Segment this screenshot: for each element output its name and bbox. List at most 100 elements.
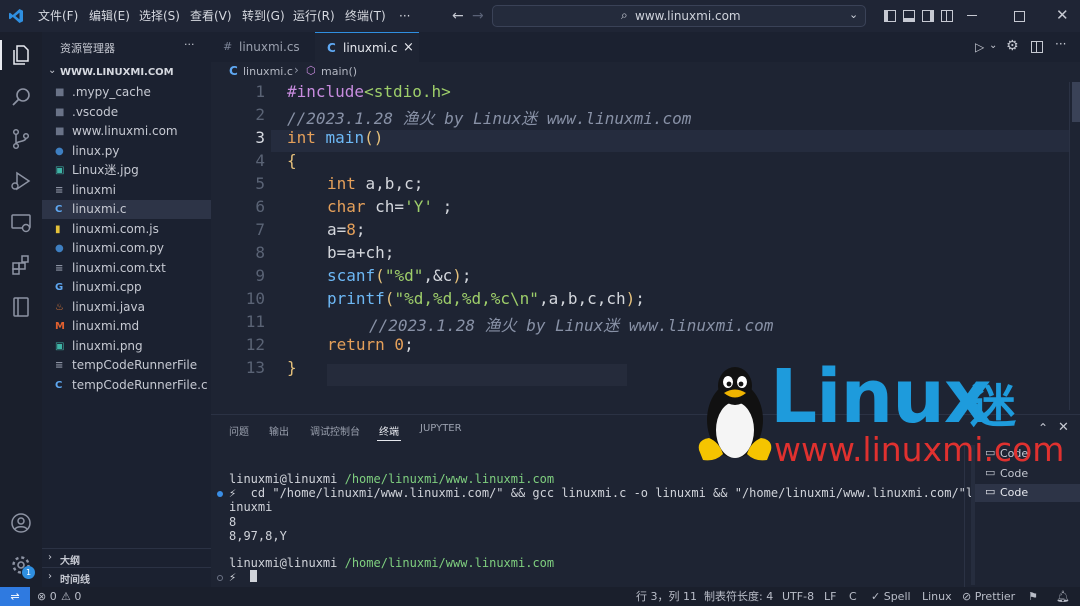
extensions-icon[interactable] bbox=[9, 253, 33, 277]
back-arrow-icon[interactable]: ← bbox=[452, 8, 464, 24]
account-icon[interactable] bbox=[9, 511, 33, 535]
tree-item[interactable]: ■ .mypy_cache bbox=[42, 83, 211, 102]
command-decoration-icon[interactable] bbox=[217, 575, 223, 581]
spell-check[interactable]: ✓ Spell bbox=[871, 587, 911, 606]
maximize-icon[interactable] bbox=[1014, 11, 1025, 22]
close-icon[interactable]: × bbox=[403, 33, 414, 63]
code-line-3: int main() bbox=[287, 128, 384, 147]
menu-go[interactable]: 转到(G) bbox=[242, 0, 285, 32]
search-icon[interactable] bbox=[9, 85, 33, 109]
watermark-mi-text: 迷 bbox=[970, 379, 1016, 433]
tab-jupyter[interactable]: JUPYTER bbox=[420, 423, 462, 434]
chevron-down-icon[interactable]: ⌄ bbox=[849, 8, 858, 21]
toggle-panel-icon[interactable] bbox=[903, 10, 915, 22]
symbol-icon: ⬡ bbox=[306, 64, 316, 77]
breadcrumb-file[interactable]: linuxmi.c bbox=[243, 65, 293, 78]
prettier[interactable]: ⊘ Prettier bbox=[962, 587, 1015, 606]
code-line-7: a=8; bbox=[327, 220, 366, 239]
tree-item[interactable]: Clinuxmi.c bbox=[42, 200, 211, 219]
run-debug-icon[interactable] bbox=[9, 169, 33, 193]
breadcrumb-symbol[interactable]: main() bbox=[321, 65, 357, 78]
tab-debug-console[interactable]: 调试控制台 bbox=[310, 423, 360, 438]
tree-item-label: linuxmi bbox=[72, 182, 117, 197]
forward-arrow-icon[interactable]: → bbox=[472, 8, 484, 24]
image-icon: ▣ bbox=[55, 340, 65, 352]
tree-item[interactable]: ▣ Linux迷.jpg bbox=[42, 161, 211, 180]
tab-terminal[interactable]: 终端 bbox=[379, 423, 399, 438]
tree-item[interactable]: Glinuxmi.cpp bbox=[42, 278, 211, 297]
menu-edit[interactable]: 编辑(E) bbox=[89, 0, 130, 32]
chevron-down-icon[interactable]: ⌄ bbox=[989, 40, 997, 51]
settings-gear-icon[interactable]: ⚙ bbox=[1006, 38, 1019, 54]
source-control-icon[interactable] bbox=[9, 127, 33, 151]
watermark-url: www.linuxmi.com bbox=[774, 430, 1065, 469]
feedback-icon[interactable]: ⚑ bbox=[1028, 587, 1038, 606]
minimize-icon[interactable] bbox=[967, 15, 977, 16]
command-center-search[interactable]: ⌕ www.linuxmi.com ⌄ bbox=[492, 5, 866, 27]
errors-count[interactable]: ⊗ 0 bbox=[37, 587, 57, 606]
indentation[interactable]: 制表符长度: 4 bbox=[704, 587, 773, 606]
manage-gear-icon[interactable]: 1 bbox=[9, 553, 35, 579]
remote-icon[interactable]: ⇌ bbox=[0, 587, 30, 606]
more-actions-icon[interactable]: ··· bbox=[1055, 37, 1066, 51]
tab-linuxmi-c[interactable]: C linuxmi.c × bbox=[315, 32, 419, 63]
code-line-4: { bbox=[287, 151, 297, 170]
cursor-position[interactable]: 行 3，列 11 bbox=[636, 587, 697, 606]
encoding[interactable]: UTF-8 bbox=[782, 587, 814, 606]
toggle-sidebar-icon[interactable] bbox=[884, 10, 896, 22]
platform[interactable]: Linux bbox=[922, 587, 952, 606]
line-number: 5 bbox=[255, 174, 265, 193]
explorer-icon[interactable] bbox=[9, 43, 33, 67]
tree-item-label: linuxmi.java bbox=[72, 299, 145, 314]
terminal-input[interactable]: ⚡ bbox=[229, 570, 258, 584]
end-of-line[interactable]: LF bbox=[824, 587, 836, 606]
line-number: 3 bbox=[255, 128, 265, 147]
command-decoration-icon[interactable] bbox=[217, 491, 223, 497]
toggle-secondary-sidebar-icon[interactable] bbox=[922, 10, 934, 22]
scrollbar-thumb[interactable] bbox=[1072, 82, 1080, 122]
run-icon[interactable]: ▷ bbox=[975, 40, 984, 54]
tree-item[interactable]: ▮ linuxmi.com.js bbox=[42, 220, 211, 239]
notifications-bell-icon[interactable]: 🔔︎ bbox=[1056, 587, 1070, 606]
menu-view[interactable]: 查看(V) bbox=[190, 0, 232, 32]
terminal-icon: ▭ bbox=[985, 485, 996, 498]
tree-item[interactable]: Mlinuxmi.md bbox=[42, 317, 211, 336]
activity-bar: 1 bbox=[0, 32, 42, 587]
tree-item[interactable]: CtempCodeRunnerFile.c bbox=[42, 376, 211, 395]
split-editor-icon[interactable] bbox=[1031, 41, 1043, 53]
customize-layout-icon[interactable] bbox=[941, 10, 953, 22]
close-window-icon[interactable]: ✕ bbox=[1056, 6, 1069, 24]
tree-item[interactable]: ● linuxmi.com.py bbox=[42, 239, 211, 258]
line-number: 1 bbox=[255, 82, 265, 101]
tree-item[interactable]: ■ www.linuxmi.com bbox=[42, 122, 211, 141]
menu-selection[interactable]: 选择(S) bbox=[139, 0, 180, 32]
language-mode[interactable]: C bbox=[849, 587, 857, 606]
tree-item[interactable]: ≡ linuxmi.com.txt bbox=[42, 259, 211, 278]
tree-item[interactable]: ■ .vscode bbox=[42, 103, 211, 122]
c-icon: C bbox=[55, 379, 63, 391]
menu-more[interactable]: ··· bbox=[399, 0, 410, 32]
terminal-list-item-active[interactable]: ▭ Code bbox=[975, 484, 1080, 502]
menu-terminal[interactable]: 终端(T) bbox=[345, 0, 386, 32]
tree-item[interactable]: ▣ linuxmi.png bbox=[42, 337, 211, 356]
tab-problems[interactable]: 问题 bbox=[229, 423, 249, 438]
tree-item[interactable]: ♨ linuxmi.java bbox=[42, 298, 211, 317]
tree-item[interactable]: ● linux.py bbox=[42, 142, 211, 161]
tree-item-label: Linux迷.jpg bbox=[72, 163, 139, 177]
tux-penguin-logo bbox=[695, 362, 775, 466]
remote-explorer-icon[interactable] bbox=[9, 211, 33, 235]
menu-file[interactable]: 文件(F) bbox=[38, 0, 78, 32]
tab-linuxmi-cs[interactable]: # linuxmi.cs bbox=[211, 32, 315, 62]
outline-section[interactable]: › 大纲 bbox=[42, 548, 211, 568]
tab-output[interactable]: 输出 bbox=[269, 423, 289, 438]
tree-item[interactable]: ≡ tempCodeRunnerFile bbox=[42, 356, 211, 375]
notebook-icon[interactable] bbox=[9, 295, 33, 319]
tree-item[interactable]: ≡ linuxmi bbox=[42, 181, 211, 200]
menu-run[interactable]: 运行(R) bbox=[293, 0, 335, 32]
more-actions-icon[interactable]: ··· bbox=[184, 38, 195, 51]
warnings-count[interactable]: ⚠ 0 bbox=[61, 587, 81, 606]
tree-item-label: linuxmi.com.py bbox=[72, 241, 164, 255]
timeline-section[interactable]: › 时间线 bbox=[42, 567, 211, 587]
workspace-root[interactable]: ⌄ WWW.LINUXMI.COM bbox=[42, 64, 211, 83]
editor-scrollbar[interactable] bbox=[1069, 82, 1080, 410]
